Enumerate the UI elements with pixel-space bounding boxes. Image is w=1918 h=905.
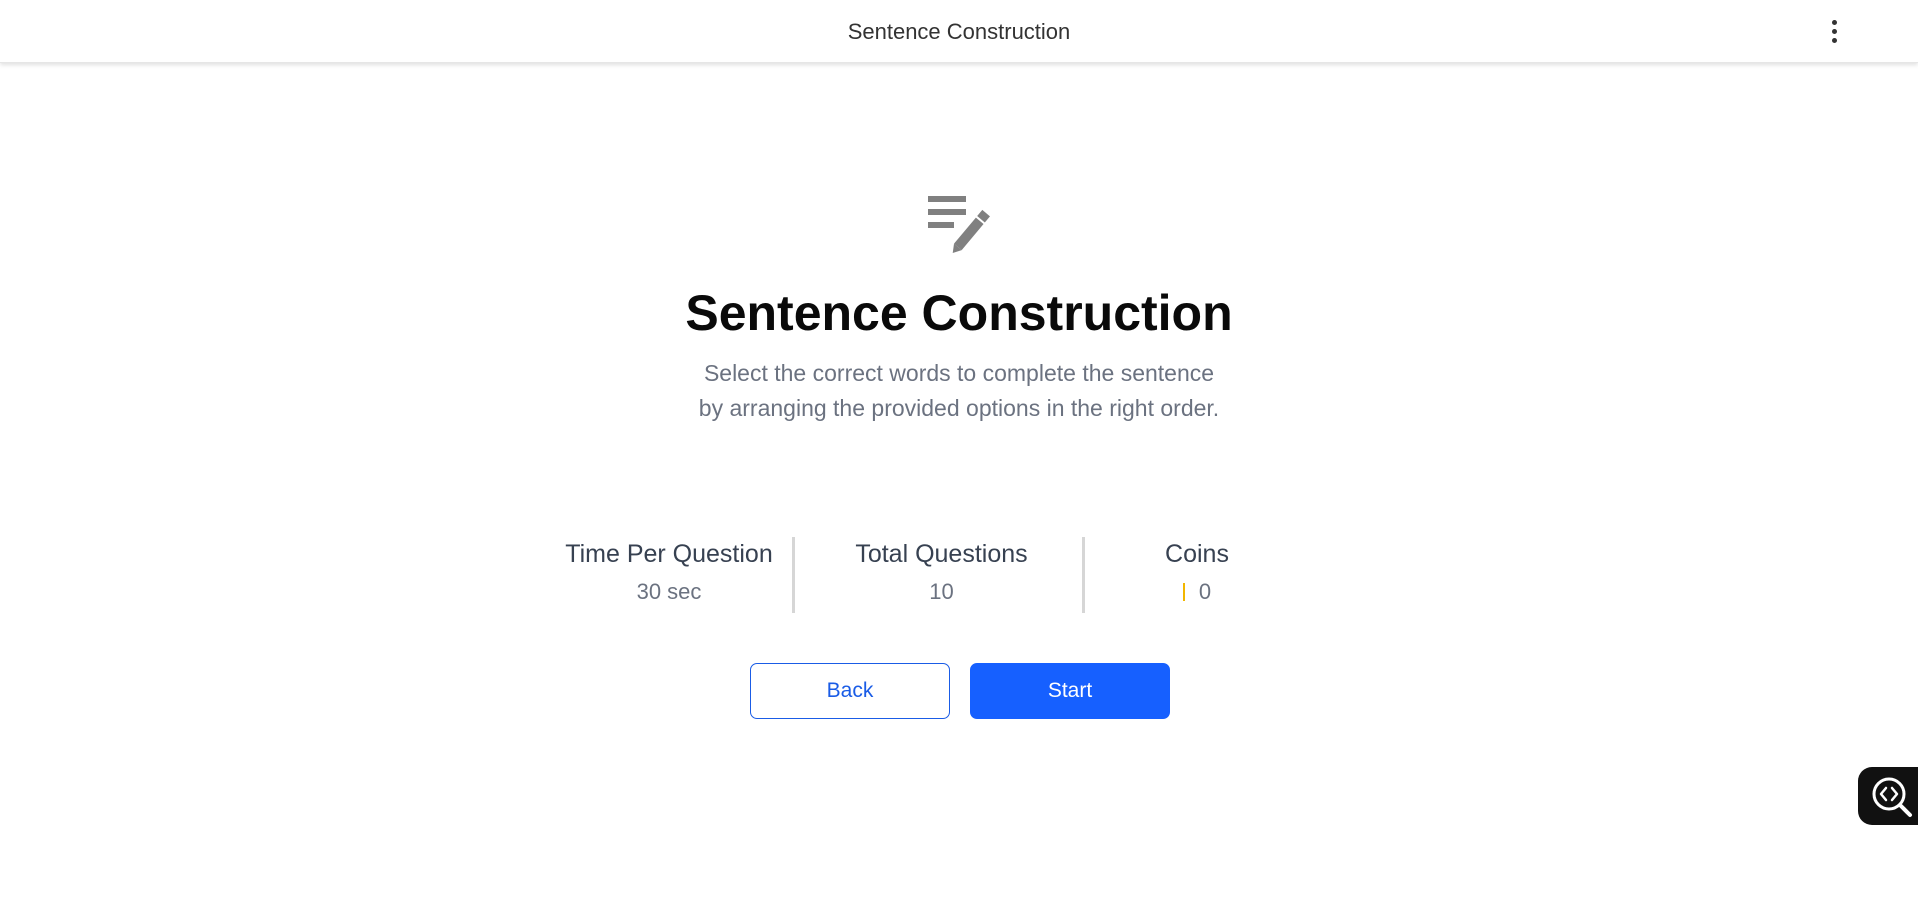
code-search-button[interactable]: [1858, 767, 1918, 825]
quiz-intro: Sentence Construction Select the correct…: [0, 0, 1918, 842]
stat-label: Coins: [1165, 540, 1229, 568]
stat-divider: [792, 537, 795, 613]
stat-label: Total Questions: [855, 540, 1028, 568]
stat-value: 30 sec: [636, 579, 702, 604]
stat-coins: Coins 0: [1112, 537, 1282, 613]
start-button[interactable]: Start: [970, 663, 1170, 719]
stat-value-row: 0: [1112, 579, 1282, 605]
back-button[interactable]: Back: [750, 663, 950, 719]
stat-value: 10: [929, 579, 954, 604]
page-title: Sentence Construction: [685, 285, 1233, 341]
stat-time-per-question: Time Per Question 30 sec: [547, 537, 791, 613]
stat-total-questions: Total Questions 10: [797, 537, 1086, 613]
page-description: Select the correct words to complete the…: [0, 356, 1918, 426]
stat-divider: [1082, 537, 1085, 613]
description-line-2: by arranging the provided options in the…: [698, 395, 1220, 421]
code-search-icon: [1872, 777, 1912, 817]
edit-note-icon: [925, 190, 997, 260]
stat-label: Time Per Question: [565, 540, 773, 568]
description-line-1: Select the correct words to complete the…: [703, 360, 1215, 386]
coins-value: 0: [1198, 579, 1212, 604]
coin-icon: [1182, 583, 1185, 601]
quiz-stats: Time Per Question 30 sec Total Questions…: [547, 537, 1292, 613]
